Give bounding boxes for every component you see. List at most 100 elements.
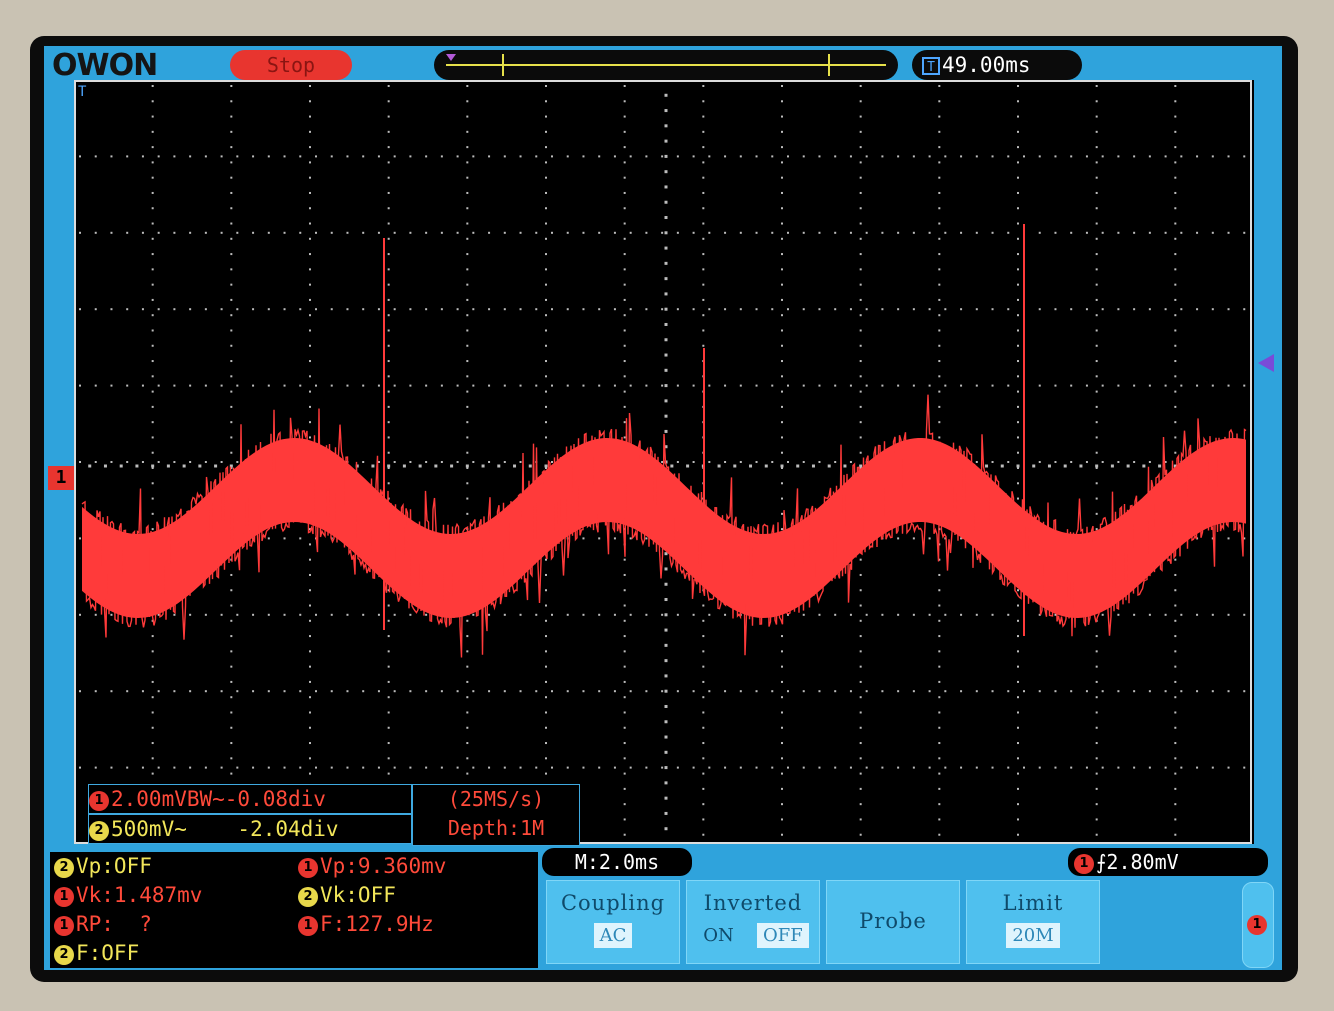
- graticule-dot: [661, 308, 664, 311]
- measurement-column-right: 1 Vp:9.360mv 2 Vk:OFF 1 F:127.9Hz: [298, 852, 446, 939]
- measurement-text: Vp:OFF: [76, 854, 152, 878]
- coupling-button[interactable]: Coupling AC: [546, 880, 680, 964]
- graticule-dot: [1095, 482, 1098, 485]
- graticule-dot: [865, 155, 868, 158]
- graticule-dot: [1054, 231, 1057, 234]
- graticule-dot: [702, 268, 705, 271]
- graticule-dot: [309, 742, 311, 745]
- graticule-dot: [623, 375, 626, 378]
- graticule-dot: [230, 665, 233, 668]
- graticule-dot: [283, 384, 286, 387]
- graticule-dot: [1174, 558, 1177, 561]
- graticule-dot: [488, 766, 491, 769]
- graticule-dot: [466, 130, 469, 133]
- graticule-dot: [535, 155, 538, 158]
- graticule-dot: [598, 613, 601, 616]
- graticule-dot: [781, 742, 783, 745]
- graticule-dot: [881, 384, 884, 387]
- timeline-track: [446, 64, 886, 66]
- graticule-dot: [466, 360, 469, 363]
- graticule-dot: [975, 461, 978, 463]
- coupling-title: Coupling: [560, 891, 666, 915]
- graticule-dot: [377, 690, 380, 693]
- ch1-scale-text: 2.00mVBW~-0.08div: [111, 787, 326, 811]
- ch1-offset-marker[interactable]: 1: [48, 466, 74, 490]
- graticule-dot: [409, 308, 412, 311]
- graticule-dot: [1095, 253, 1098, 256]
- graticule-dot: [1017, 329, 1019, 332]
- graticule-dot: [330, 613, 333, 616]
- graticule-dot: [692, 384, 695, 387]
- graticule-dot: [960, 690, 963, 693]
- graticule-dot: [309, 360, 311, 363]
- graticule-dot: [702, 191, 705, 194]
- trigger-level-marker[interactable]: [1258, 354, 1274, 372]
- trigger-info[interactable]: 1 ⨍2.80mV: [1068, 848, 1268, 876]
- graticule-dot: [623, 726, 626, 729]
- graticule-dot: [623, 298, 626, 301]
- menu-side-tab[interactable]: 1: [1242, 882, 1274, 968]
- graticule-dot: [141, 461, 144, 463]
- graticule-dot: [781, 696, 783, 699]
- graticule-dot: [781, 635, 783, 638]
- graticule-dot: [220, 766, 223, 769]
- graticule-dot: [938, 314, 941, 317]
- timebase-readout[interactable]: M:2.0ms: [542, 848, 692, 876]
- graticule-dot: [623, 314, 626, 317]
- graticule-dot: [387, 360, 390, 363]
- graticule-dot: [466, 268, 469, 271]
- graticule-dot: [1174, 375, 1177, 378]
- limit-button[interactable]: Limit 20M: [966, 880, 1100, 964]
- graticule-dot: [708, 613, 711, 616]
- graticule-dot: [466, 283, 469, 286]
- graticule-dot: [1095, 528, 1098, 531]
- graticule-dot: [702, 146, 705, 149]
- graticule-dot: [739, 384, 742, 387]
- graticule-dot: [623, 680, 626, 683]
- run-stop-status[interactable]: Stop: [230, 50, 352, 80]
- measurement-item: 1 Vk:1.487mv: [54, 881, 202, 910]
- graticule-dot: [466, 390, 469, 393]
- graticule-dot: [299, 537, 302, 540]
- trigger-time-value: 49.00ms: [942, 53, 1031, 77]
- graticule-dot: [623, 344, 626, 347]
- graticule-dot: [859, 604, 862, 607]
- graticule-dot: [309, 329, 311, 332]
- measurement-item: 2 F:OFF: [54, 939, 202, 968]
- graticule-dot: [897, 308, 900, 311]
- graticule-dot: [1007, 461, 1010, 463]
- inverted-button[interactable]: Inverted ON OFF: [686, 880, 820, 964]
- graticule-dot: [151, 115, 154, 118]
- graticule-dot: [781, 680, 783, 683]
- graticule-dot: [582, 766, 585, 769]
- graticule-dot: [151, 268, 154, 271]
- graticule-dot: [466, 650, 469, 653]
- graticule-dot: [1133, 766, 1136, 769]
- graticule-dot: [126, 231, 129, 234]
- graticule-dot: [991, 690, 994, 693]
- graticule-dot: [230, 298, 233, 301]
- graticule-dot: [545, 650, 547, 653]
- graticule-dot: [897, 537, 900, 540]
- graticule-dot: [645, 690, 648, 693]
- graticule-dot: [991, 155, 994, 158]
- waveform-display[interactable]: T: [74, 80, 1254, 844]
- graticule-dot: [151, 100, 154, 103]
- graticule-dot: [629, 308, 632, 311]
- ch1-scale-info: 1 2.00mVBW~-0.08div: [88, 784, 412, 814]
- graticule-dot: [1095, 787, 1098, 790]
- graticule-dot: [230, 176, 233, 179]
- graticule-dot: [664, 292, 668, 296]
- graticule-dot: [519, 766, 522, 769]
- graticule-dot: [1174, 833, 1177, 836]
- graticule-dot: [1095, 344, 1098, 347]
- probe-button[interactable]: Probe: [826, 880, 960, 964]
- graticule-dot: [283, 537, 286, 540]
- graticule-dot: [664, 307, 668, 311]
- graticule-dot: [393, 308, 396, 311]
- graticule-dot: [1054, 690, 1057, 693]
- graticule-dot: [79, 690, 81, 693]
- graticule-dot: [1180, 231, 1183, 234]
- graticule-dot: [1117, 231, 1120, 234]
- graticule-dot: [664, 277, 668, 281]
